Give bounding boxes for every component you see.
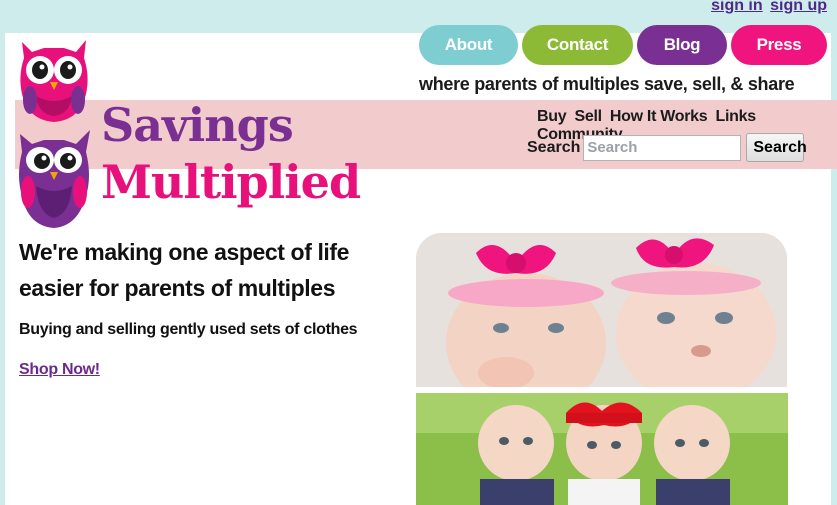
triplets-photo (416, 393, 788, 505)
sign-in-link[interactable]: sign in (711, 0, 763, 14)
owl-logo-icon (19, 40, 90, 228)
triplets-illustration (416, 393, 788, 505)
shop-now-link[interactable]: Shop Now! (19, 361, 100, 379)
hero-headline: We're making one aspect of life easier f… (19, 239, 350, 301)
site-tagline: where parents of multiples save, sell, &… (419, 74, 795, 94)
sign-up-link[interactable]: sign up (770, 0, 827, 14)
auth-links: sign in sign up (708, 0, 827, 15)
search-input[interactable] (583, 134, 742, 161)
search-label: Search (527, 138, 581, 156)
hero-subtext: Buying and selling gently used sets of c… (19, 321, 358, 338)
nav-about-button[interactable]: About (419, 25, 518, 65)
nav-buy-link[interactable]: Buy (537, 108, 567, 125)
search-form: Search Search (527, 133, 807, 162)
nav-contact-button[interactable]: Contact (522, 25, 633, 65)
nav-how-it-works-link[interactable]: How It Works (610, 108, 708, 125)
main-nav: About Contact Blog Press (419, 25, 827, 65)
logo-line-multiplied: Multiplied (101, 155, 361, 209)
logo-line-savings: Savings (101, 98, 294, 152)
twin-babies-photo (416, 233, 787, 387)
twin-babies-illustration (416, 233, 787, 387)
nav-press-button[interactable]: Press (731, 25, 827, 65)
site-logo[interactable]: Savings Multiplied (101, 98, 361, 209)
nav-blog-button[interactable]: Blog (637, 25, 727, 65)
nav-links-link[interactable]: Links (716, 108, 757, 125)
search-button[interactable]: Search (746, 133, 807, 162)
nav-sell-link[interactable]: Sell (574, 108, 602, 125)
